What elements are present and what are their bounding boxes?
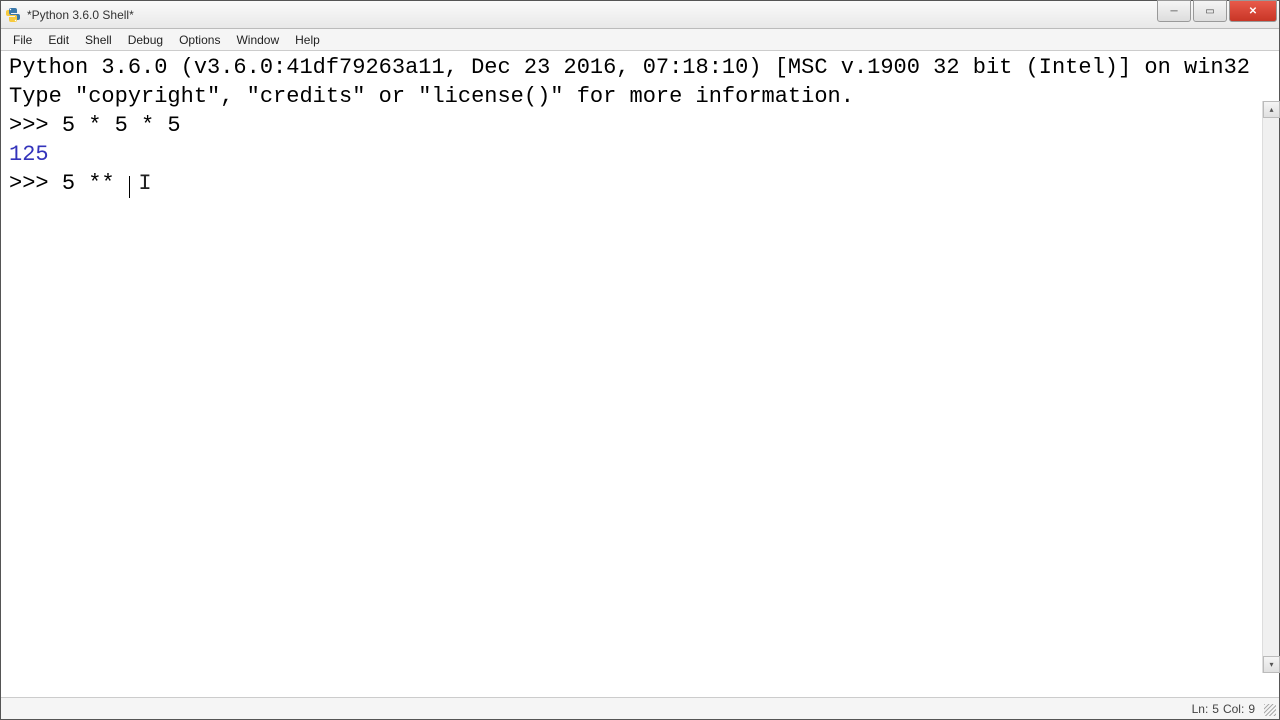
text-cursor	[129, 176, 131, 198]
banner-line-1: Python 3.6.0 (v3.6.0:41df79263a11, Dec 2…	[9, 55, 1250, 80]
ibeam-cursor-icon: I	[138, 169, 151, 198]
menu-help[interactable]: Help	[287, 31, 328, 49]
python-shell-window: *Python 3.6.0 Shell* ─ ▭ ✕ File Edit She…	[0, 0, 1280, 720]
input-1: 5 * 5 * 5	[62, 113, 181, 138]
scroll-up-arrow-icon[interactable]: ▴	[1263, 101, 1280, 118]
menu-options[interactable]: Options	[171, 31, 228, 49]
menubar: File Edit Shell Debug Options Window Hel…	[1, 29, 1279, 51]
output-1: 125	[9, 142, 49, 167]
titlebar[interactable]: *Python 3.6.0 Shell* ─ ▭ ✕	[1, 1, 1279, 29]
menu-debug[interactable]: Debug	[120, 31, 171, 49]
banner-line-2: Type "copyright", "credits" or "license(…	[9, 84, 854, 109]
python-icon	[5, 7, 21, 23]
resize-grip-icon[interactable]	[1263, 703, 1277, 717]
close-button[interactable]: ✕	[1229, 0, 1277, 22]
maximize-button[interactable]: ▭	[1193, 0, 1227, 22]
prompt: >>>	[9, 113, 62, 138]
input-current: 5 **	[62, 171, 128, 196]
prompt-current: >>>	[9, 171, 62, 196]
status-line-value: 5	[1212, 702, 1219, 716]
status-col-label: Col:	[1223, 702, 1244, 716]
vertical-scrollbar[interactable]: ▴ ▾	[1262, 101, 1279, 673]
menu-edit[interactable]: Edit	[40, 31, 77, 49]
menu-window[interactable]: Window	[228, 31, 287, 49]
scroll-down-arrow-icon[interactable]: ▾	[1263, 656, 1280, 673]
shell-text-area[interactable]: Python 3.6.0 (v3.6.0:41df79263a11, Dec 2…	[1, 51, 1279, 697]
status-col-value: 9	[1248, 702, 1255, 716]
statusbar: Ln: 5 Col: 9	[1, 697, 1279, 719]
minimize-button[interactable]: ─	[1157, 0, 1191, 22]
window-title: *Python 3.6.0 Shell*	[27, 8, 1157, 22]
status-line-label: Ln:	[1192, 702, 1209, 716]
menu-shell[interactable]: Shell	[77, 31, 120, 49]
menu-file[interactable]: File	[5, 31, 40, 49]
window-controls: ─ ▭ ✕	[1157, 1, 1279, 28]
